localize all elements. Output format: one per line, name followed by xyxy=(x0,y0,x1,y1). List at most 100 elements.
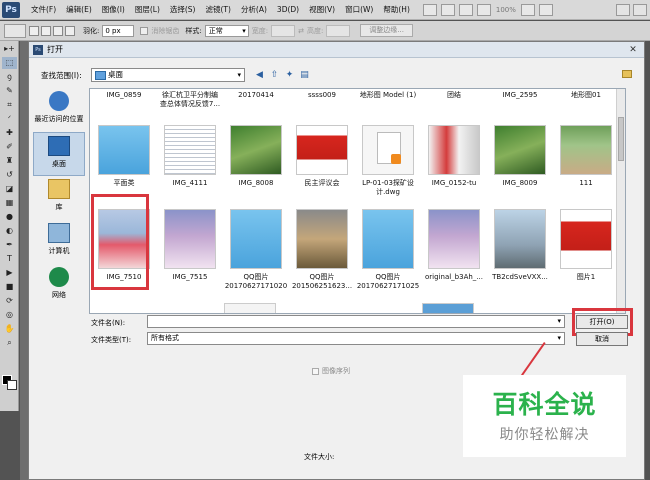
file-name: 平面类 xyxy=(113,179,135,187)
3d-orbit-icon[interactable]: ◎ xyxy=(2,309,17,321)
chevron-down-icon[interactable]: ▾ xyxy=(557,316,561,327)
clone-stamp-icon[interactable]: ♜ xyxy=(2,155,17,167)
folder-icon[interactable] xyxy=(622,70,632,78)
menu-layer[interactable]: 图层(L) xyxy=(130,4,165,15)
file-item[interactable]: original_b3Ah_... xyxy=(422,209,486,295)
file-item[interactable]: IMG_8009 xyxy=(488,125,552,211)
vertical-scrollbar[interactable] xyxy=(616,89,625,313)
minibridge-icon[interactable] xyxy=(440,3,455,16)
workspace xyxy=(20,41,28,480)
menu-view[interactable]: 视图(V) xyxy=(304,4,340,15)
watermark-title: 百科全说 xyxy=(492,390,597,419)
file-list[interactable]: IMG_0859 徐汇杭卫平分制编 查总体情况反馈7... 20170414 ss… xyxy=(89,88,626,314)
file-item[interactable]: IMG_7515 xyxy=(158,209,222,295)
menu-help[interactable]: 帮助(H) xyxy=(378,4,415,15)
add-selection-icon[interactable] xyxy=(41,25,51,36)
place-library[interactable]: 库 xyxy=(33,176,85,220)
background-color[interactable] xyxy=(7,380,17,390)
menu-analysis[interactable]: 分析(A) xyxy=(236,4,272,15)
hand-icon[interactable]: ✋ xyxy=(2,323,17,335)
feather-input[interactable]: 0 px xyxy=(102,24,135,37)
hand-tool-icon[interactable] xyxy=(458,3,473,16)
3d-rotate-icon[interactable]: ⟳ xyxy=(2,295,17,307)
file-name: IMG_7510 xyxy=(106,273,142,281)
tool-preset-picker[interactable] xyxy=(4,23,26,38)
file-type-select[interactable]: 所有格式 ▾ xyxy=(147,332,565,345)
new-folder-icon[interactable]: ✦ xyxy=(283,69,296,81)
menu-3d[interactable]: 3D(D) xyxy=(272,5,304,14)
file-item[interactable]: 平面类 xyxy=(92,125,156,211)
menu-edit[interactable]: 编辑(E) xyxy=(61,4,97,15)
menu-filter[interactable]: 滤镜(T) xyxy=(201,4,236,15)
history-brush-icon[interactable]: ↺ xyxy=(2,169,17,181)
image-sequence-label: 图像序列 xyxy=(322,367,350,375)
lasso-tool-icon[interactable]: ꝯ xyxy=(2,71,17,83)
close-icon[interactable]: ✕ xyxy=(626,44,640,56)
screen-mode-icon[interactable] xyxy=(520,3,535,16)
scrollbar-thumb[interactable] xyxy=(618,117,624,161)
file-item[interactable]: IMG_7510 xyxy=(92,209,156,295)
file-name: 地形图01 xyxy=(571,91,601,99)
file-item[interactable]: TB2cdSveVXX... xyxy=(488,209,552,295)
file-item[interactable]: QQ图片 201506251623... xyxy=(290,209,354,295)
marquee-tool-icon[interactable]: ⬚ xyxy=(2,57,17,69)
place-desktop[interactable]: 桌面 xyxy=(33,132,85,176)
menu-select[interactable]: 选择(S) xyxy=(165,4,201,15)
move-tool-icon[interactable]: ▸+ xyxy=(2,43,17,55)
menu-file[interactable]: 文件(F) xyxy=(26,4,61,15)
style-select[interactable]: 正常 xyxy=(204,24,249,37)
file-item[interactable]: IMG_4111 xyxy=(158,125,222,211)
bridge-icon[interactable] xyxy=(422,3,437,16)
healing-brush-icon[interactable]: ✚ xyxy=(2,127,17,139)
subtract-selection-icon[interactable] xyxy=(53,25,63,36)
view-menu-icon[interactable]: ▤ xyxy=(298,69,311,81)
eyedropper-tool-icon[interactable]: ᐟ xyxy=(2,113,17,125)
intersect-selection-icon[interactable] xyxy=(65,25,75,36)
cancel-button[interactable]: 取消 xyxy=(576,332,628,346)
chevron-down-icon[interactable]: ▾ xyxy=(557,333,561,344)
back-icon[interactable]: ◀ xyxy=(253,69,266,81)
place-computer[interactable]: 计算机 xyxy=(33,220,85,264)
crop-tool-icon[interactable]: ⌗ xyxy=(2,99,17,111)
zoom-tool-icon[interactable] xyxy=(476,3,491,16)
file-item[interactable]: 图片1 xyxy=(554,209,618,295)
menu-image[interactable]: 图像(I) xyxy=(97,4,130,15)
arrange-documents-icon[interactable] xyxy=(538,3,553,16)
file-item[interactable]: LP-01-03探矿设 计.dwg xyxy=(356,125,420,211)
thumbnail xyxy=(98,125,150,175)
gradient-tool-icon[interactable]: ▦ xyxy=(2,197,17,209)
height-input xyxy=(326,24,351,37)
file-name-input[interactable]: ▾ xyxy=(147,315,565,328)
place-network[interactable]: 网络 xyxy=(33,264,85,308)
minimize-icon[interactable] xyxy=(616,3,630,16)
file-item[interactable]: QQ图片 20170627171025 xyxy=(356,209,420,295)
path-select-icon[interactable]: ▶ xyxy=(2,267,17,279)
file-item[interactable]: IMG_8008 xyxy=(224,125,288,211)
open-button[interactable]: 打开(O) xyxy=(576,315,628,329)
places-bar: 最近访问的位置 桌面 库 计算机 网络 xyxy=(33,88,85,314)
antialias-checkbox[interactable] xyxy=(140,26,149,35)
zoom-icon[interactable]: ⌕ xyxy=(2,337,17,349)
file-item[interactable]: 民主评议会 xyxy=(290,125,354,211)
pen-tool-icon[interactable]: ✒ xyxy=(2,239,17,251)
menu-window[interactable]: 窗口(W) xyxy=(340,4,378,15)
zoom-level[interactable]: 100% xyxy=(496,6,516,14)
file-item[interactable]: IMG_0152-tu xyxy=(422,125,486,211)
maximize-icon[interactable] xyxy=(633,3,647,16)
file-item[interactable]: QQ图片 20170627171020 xyxy=(224,209,288,295)
new-selection-icon[interactable] xyxy=(29,25,39,36)
up-folder-icon[interactable]: ⇧ xyxy=(268,69,281,81)
quick-select-tool-icon[interactable]: ✎ xyxy=(2,85,17,97)
place-recent[interactable]: 最近访问的位置 xyxy=(33,88,85,132)
brush-tool-icon[interactable]: ✐ xyxy=(2,141,17,153)
look-in-select[interactable]: 桌面 ▾ xyxy=(91,68,245,82)
blur-tool-icon[interactable]: ● xyxy=(2,211,17,223)
image-sequence-checkbox xyxy=(312,367,319,375)
eraser-tool-icon[interactable]: ◪ xyxy=(2,183,17,195)
shape-tool-icon[interactable]: ■ xyxy=(2,281,17,293)
file-item[interactable]: 111 xyxy=(554,125,618,211)
dodge-tool-icon[interactable]: ◐ xyxy=(2,225,17,237)
type-tool-icon[interactable]: T xyxy=(2,253,17,265)
chevron-down-icon[interactable]: ▾ xyxy=(237,69,241,81)
thumbnail xyxy=(560,209,612,269)
